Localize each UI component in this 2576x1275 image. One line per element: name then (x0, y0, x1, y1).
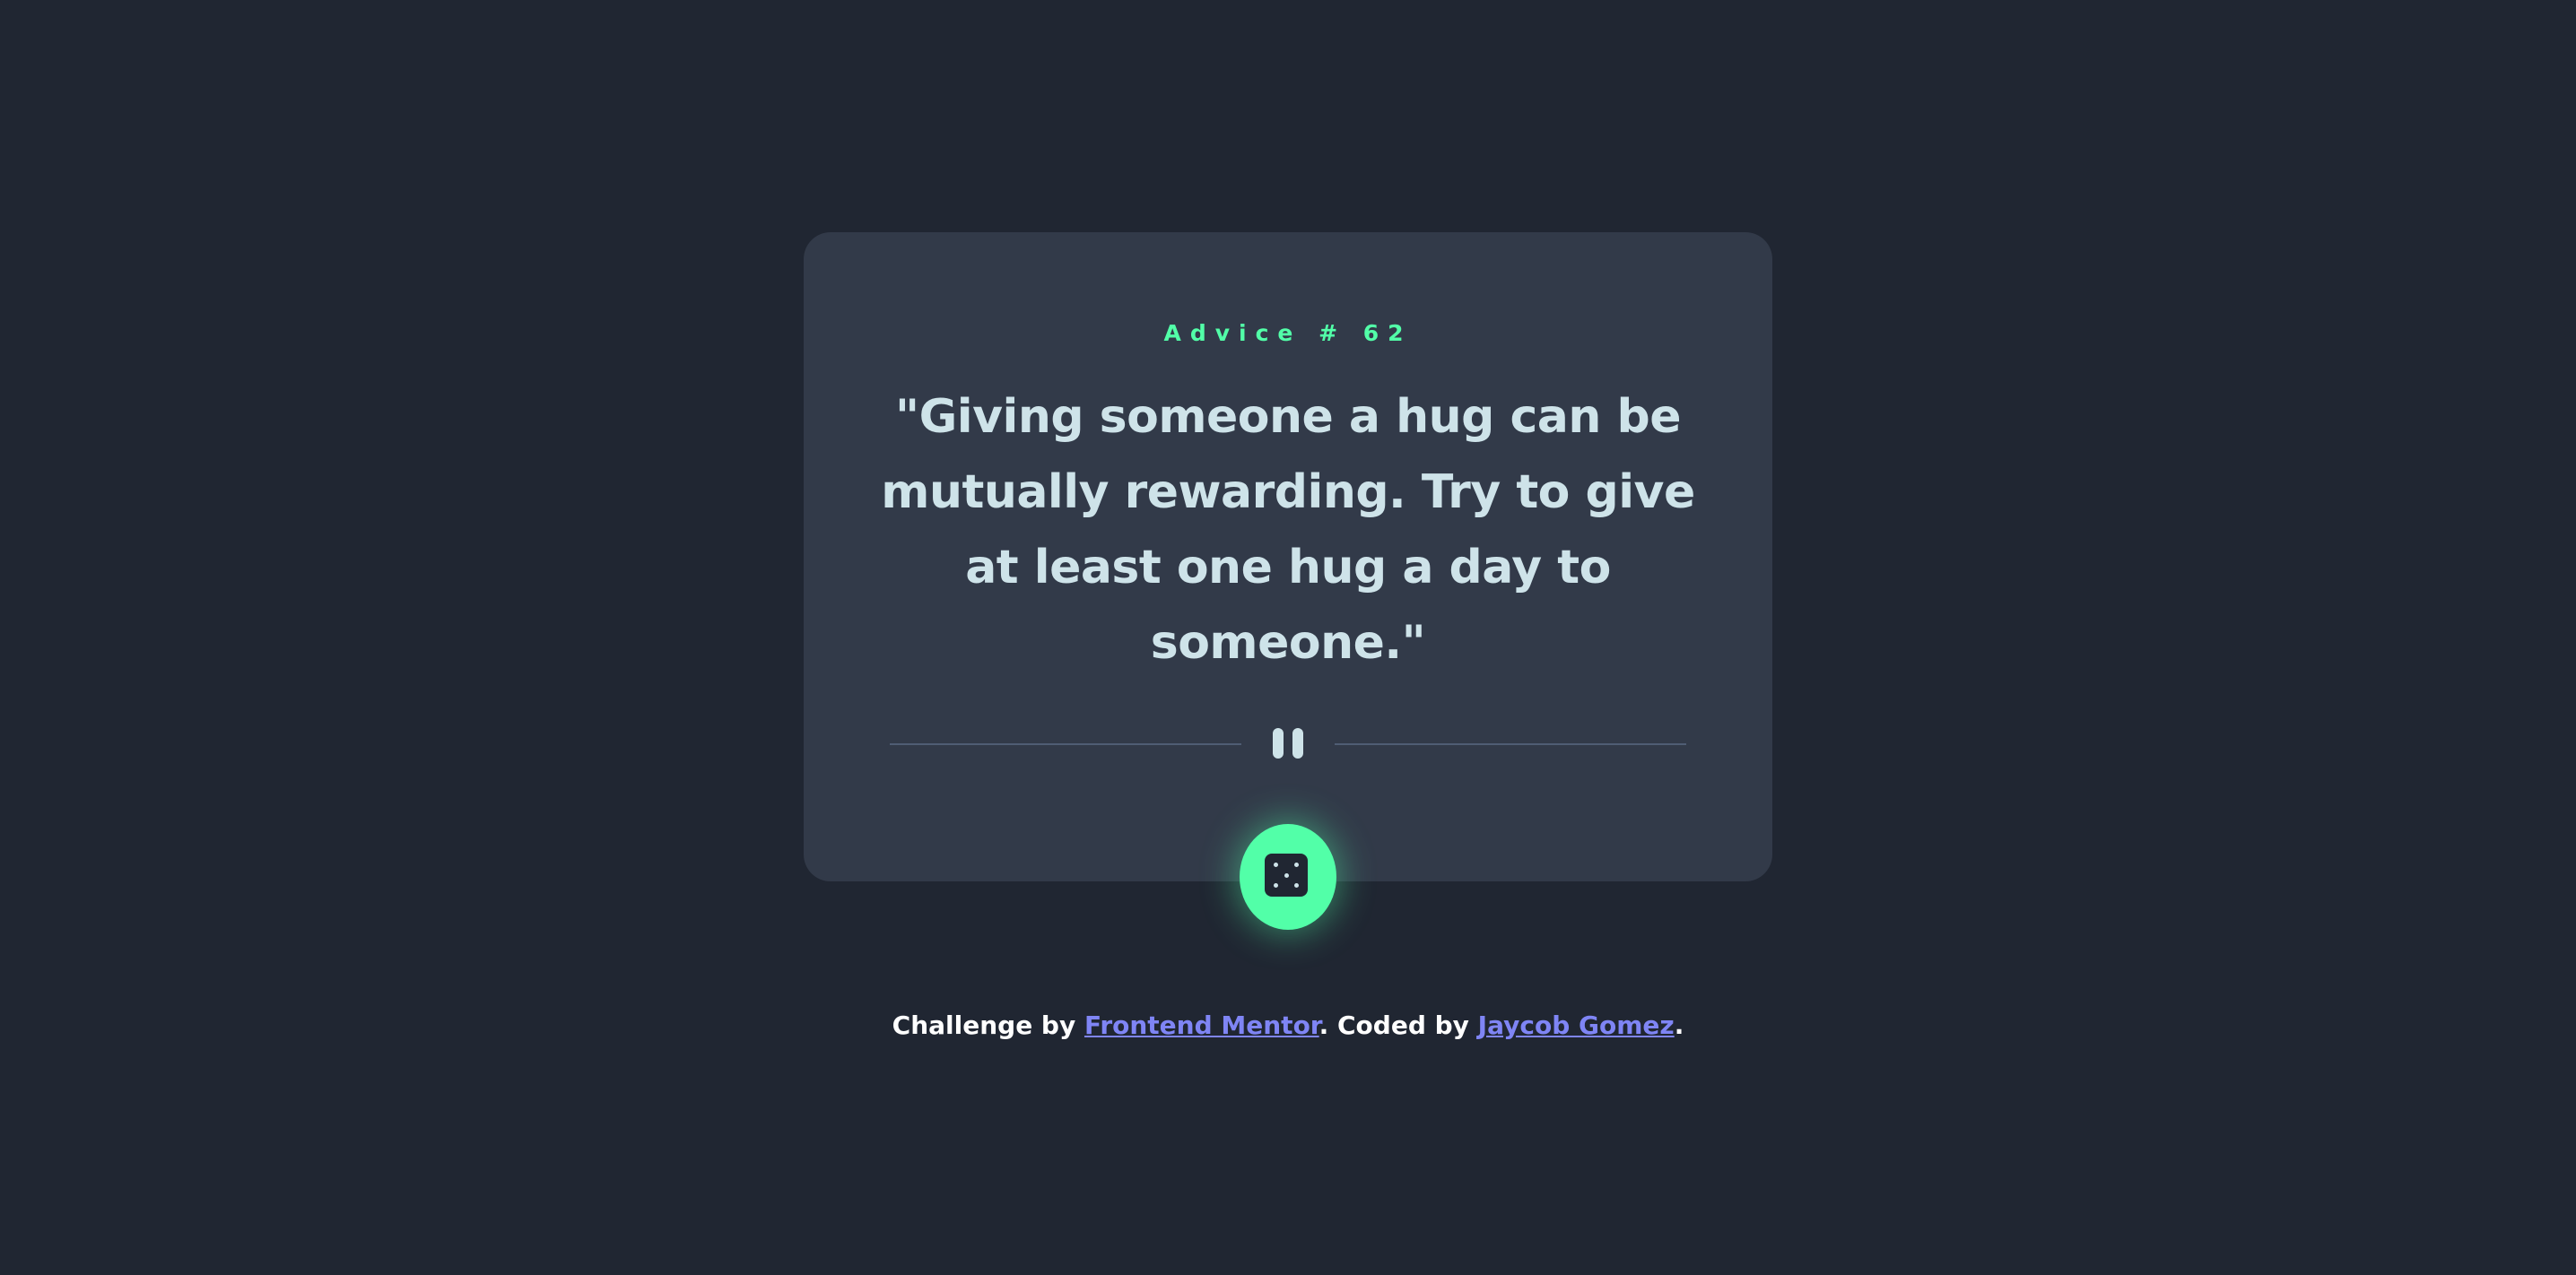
advice-card: Advice # 62 "Giving someone a hug can be… (804, 232, 1772, 881)
dice-dot (1294, 863, 1299, 867)
dice-dot (1294, 883, 1299, 888)
dice-dot (1274, 883, 1278, 888)
attribution-suffix: . (1674, 1010, 1684, 1040)
attribution-middle: . Coded by (1318, 1010, 1478, 1040)
author-link[interactable]: Jaycob Gomez (1478, 1010, 1675, 1040)
attribution-prefix: Challenge by (892, 1010, 1084, 1040)
advice-quote: "Giving someone a hug can be mutually re… (881, 390, 1695, 670)
divider (890, 725, 1686, 761)
pause-bar-left (1273, 728, 1284, 759)
pause-bar-right (1292, 728, 1303, 759)
advice-id: Advice # 62 (1163, 320, 1413, 346)
new-advice-button[interactable] (1240, 824, 1336, 930)
pause-icon (1266, 728, 1310, 759)
divider-line-left (890, 743, 1241, 745)
attribution: Challenge by Frontend Mentor. Coded by J… (0, 1006, 2576, 1045)
dice-icon (1265, 854, 1308, 897)
dice-dot (1274, 863, 1278, 867)
dice-dot (1284, 872, 1289, 878)
divider-line-right (1335, 743, 1686, 745)
frontend-mentor-link[interactable]: Frontend Mentor (1084, 1010, 1319, 1040)
